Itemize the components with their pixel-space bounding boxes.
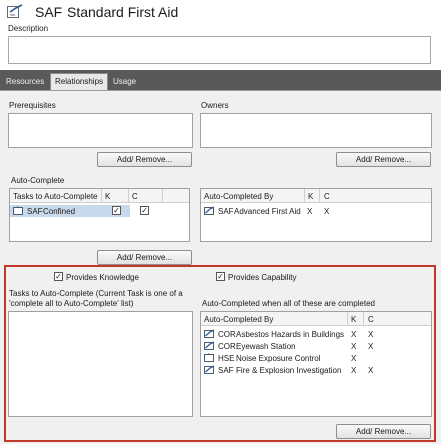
task-title: Standard First Aid <box>67 4 179 20</box>
linked-task-icon <box>204 206 215 215</box>
column-header-c: C <box>132 192 138 201</box>
c-value: X <box>324 207 330 216</box>
description-label: Description <box>8 24 49 33</box>
task-name: Confined <box>43 207 76 216</box>
prerequisites-label: Prerequisites <box>9 101 56 110</box>
k-checkbox[interactable]: ✓ <box>112 206 121 215</box>
auto-complete-label: Auto-Complete <box>11 176 65 185</box>
highlight-frame <box>4 265 436 442</box>
column-header-k: K <box>308 192 314 201</box>
description-field[interactable] <box>8 36 431 64</box>
c-checkbox[interactable]: ✓ <box>140 206 149 215</box>
column-header-c: C <box>324 192 330 201</box>
tab-resources[interactable]: Resources <box>2 74 48 90</box>
owners-list[interactable] <box>200 113 432 148</box>
column-header-k: K <box>105 192 111 201</box>
tab-bar: Resources Relationships Usage <box>0 70 441 90</box>
prerequisites-add-remove-button[interactable]: Add/ Remove... <box>97 152 192 167</box>
column-header-tasks: Tasks to Auto-Complete <box>13 192 98 201</box>
competency-icon <box>7 4 23 18</box>
auto-completed-by-grid[interactable]: Auto-Completed By K C SAF Advanced First… <box>200 188 432 242</box>
column-header-auto-completed-by: Auto-Completed By <box>204 192 274 201</box>
table-row[interactable]: SAF Confined ✓ ✓ <box>10 205 189 217</box>
task-code: SAF <box>218 207 234 216</box>
prerequisites-list[interactable] <box>8 113 193 148</box>
k-value: X <box>307 207 313 216</box>
table-row[interactable]: SAF Advanced First Aid X X <box>201 205 431 217</box>
task-icon <box>13 206 23 215</box>
task-code: SAF <box>27 207 43 216</box>
tab-relationships[interactable]: Relationships <box>50 73 109 90</box>
owners-label: Owners <box>201 101 229 110</box>
auto-complete-add-remove-button[interactable]: Add/ Remove... <box>97 250 192 265</box>
tasks-to-auto-complete-grid[interactable]: Tasks to Auto-Complete K C SAF Confined … <box>9 188 190 242</box>
task-name: Advanced First Aid <box>234 207 301 216</box>
grid-header: Tasks to Auto-Complete K C <box>10 189 189 203</box>
tab-usage[interactable]: Usage <box>109 74 140 90</box>
grid-header: Auto-Completed By K C <box>201 189 431 203</box>
owners-add-remove-button[interactable]: Add/ Remove... <box>336 152 431 167</box>
task-code: SAF <box>35 4 63 20</box>
